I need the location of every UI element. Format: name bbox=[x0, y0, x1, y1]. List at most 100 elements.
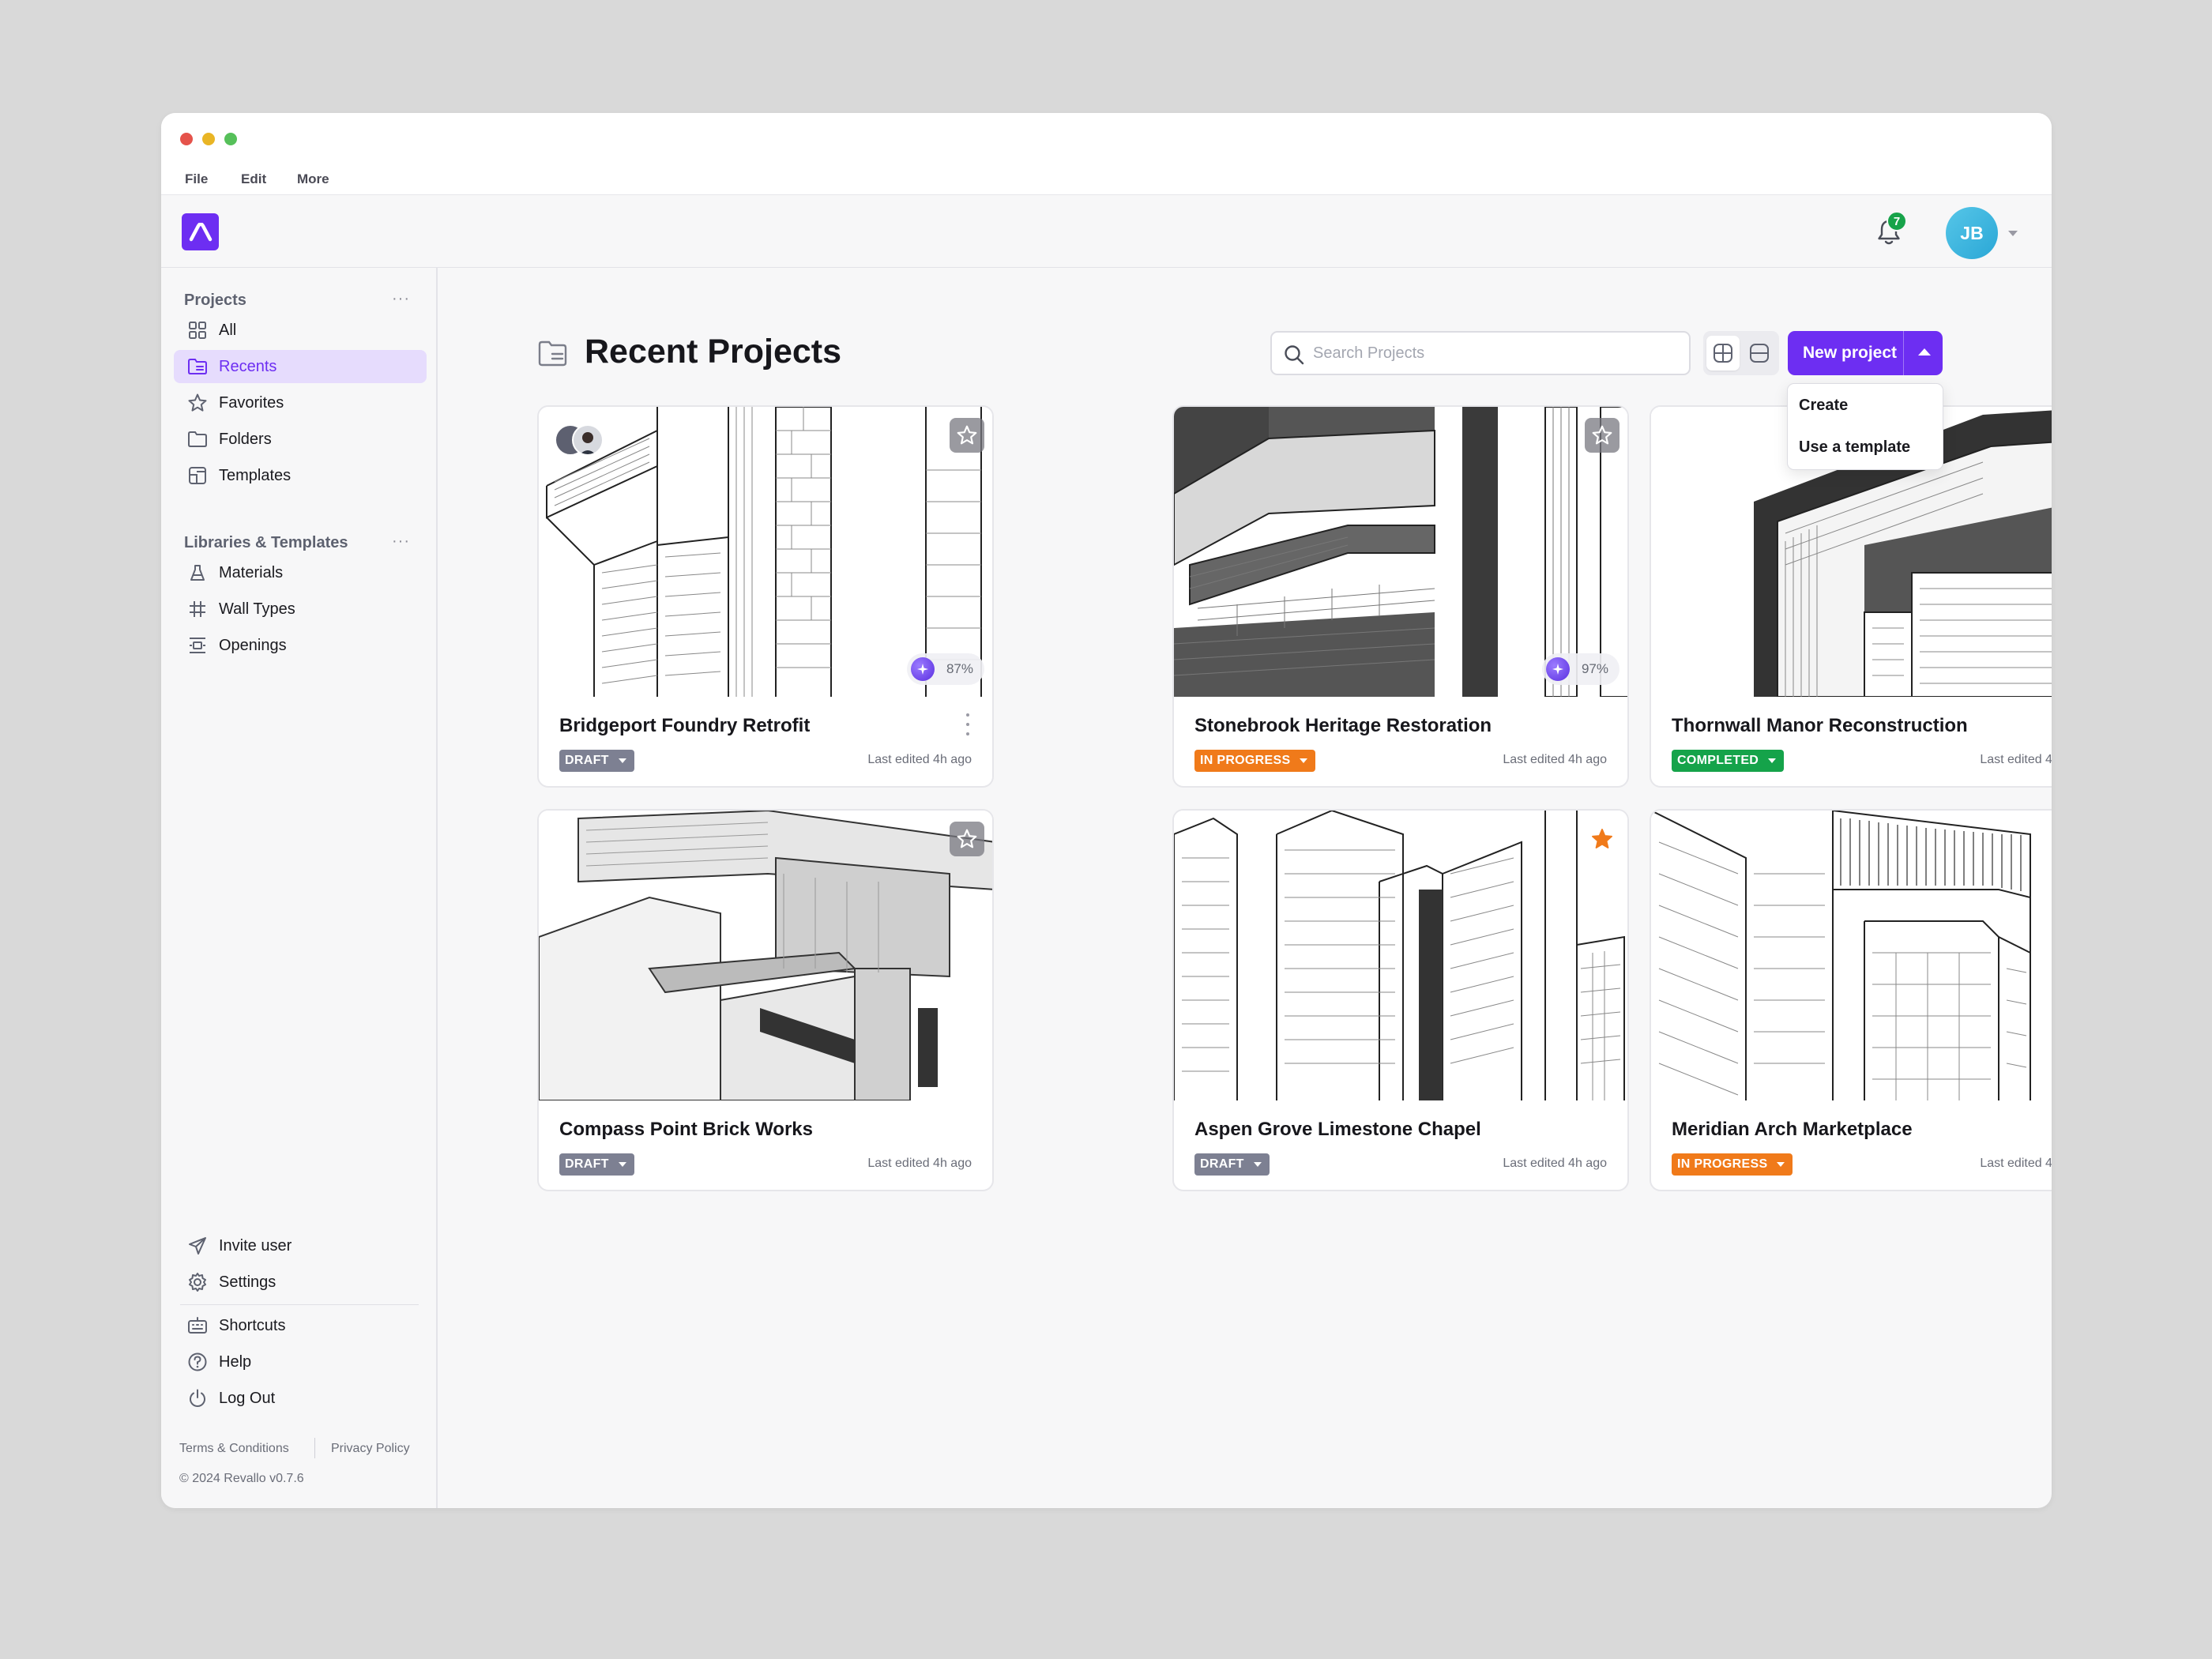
project-name: Compass Point Brick Works bbox=[559, 1119, 813, 1140]
favorite-button[interactable] bbox=[950, 418, 984, 453]
status-badge[interactable]: DRAFT bbox=[559, 750, 634, 772]
status-badge[interactable]: DRAFT bbox=[1194, 1153, 1270, 1176]
menu-item-use-template[interactable]: Use a template bbox=[1799, 438, 1910, 457]
favorite-button[interactable] bbox=[1585, 418, 1620, 453]
status-badge[interactable]: IN PROGRESS bbox=[1194, 750, 1316, 772]
sidebar-item-label: Log Out bbox=[219, 1389, 276, 1407]
grid-view-button[interactable] bbox=[1706, 336, 1740, 371]
chevron-down-icon bbox=[1768, 758, 1777, 763]
search-input[interactable] bbox=[1313, 339, 1676, 367]
project-thumbnail bbox=[539, 811, 992, 1100]
sidebar-item-label: Recents bbox=[219, 357, 277, 375]
sidebar-item-help[interactable]: Help bbox=[174, 1345, 427, 1379]
project-name: Stonebrook Heritage Restoration bbox=[1194, 715, 1492, 736]
sidebar-item-label: Folders bbox=[219, 430, 272, 448]
collaborators[interactable] bbox=[555, 423, 610, 457]
more-options-icon[interactable] bbox=[964, 713, 972, 735]
menu-file[interactable]: File bbox=[185, 171, 208, 187]
status-badge[interactable]: DRAFT bbox=[559, 1153, 634, 1176]
project-name: Thornwall Manor Reconstruction bbox=[1672, 715, 1968, 736]
new-project-menu: Create Use a template bbox=[1787, 383, 1943, 470]
new-project-label: New project bbox=[1803, 344, 1898, 362]
hash-icon bbox=[187, 599, 208, 619]
terms-link[interactable]: Terms & Conditions bbox=[179, 1442, 289, 1456]
app-logo[interactable] bbox=[182, 213, 219, 250]
send-icon bbox=[187, 1236, 208, 1256]
last-edited: Last edited 4h ago bbox=[1503, 1157, 1607, 1170]
project-card[interactable]: Aspen Grove Limestone Chapel DRAFT Last … bbox=[1172, 809, 1629, 1191]
sidebar-item-label: Shortcuts bbox=[219, 1316, 286, 1334]
privacy-link[interactable]: Privacy Policy bbox=[331, 1442, 410, 1456]
favorite-button[interactable] bbox=[950, 822, 984, 856]
sidebar-item-materials[interactable]: Materials bbox=[174, 556, 427, 589]
maximize-window-button[interactable] bbox=[224, 133, 237, 145]
star-icon bbox=[957, 425, 977, 445]
status-label: IN PROGRESS bbox=[1200, 754, 1291, 767]
sidebar-item-label: All bbox=[219, 321, 237, 339]
sidebar-item-invite-user[interactable]: Invite user bbox=[174, 1229, 427, 1262]
folder-icon bbox=[187, 429, 208, 450]
sidebar-item-all[interactable]: All bbox=[174, 314, 427, 347]
menu-edit[interactable]: Edit bbox=[241, 171, 266, 187]
star-icon bbox=[187, 393, 208, 413]
sidebar-item-shortcuts[interactable]: Shortcuts bbox=[174, 1309, 427, 1342]
chevron-up-icon[interactable] bbox=[1918, 348, 1931, 356]
menu-more[interactable]: More bbox=[297, 171, 329, 187]
libraries-more-button[interactable]: ··· bbox=[392, 532, 410, 551]
status-label: DRAFT bbox=[565, 754, 609, 767]
sparkle-icon bbox=[910, 657, 935, 681]
footer-divider bbox=[314, 1438, 315, 1458]
chevron-down-icon bbox=[618, 758, 626, 763]
project-card[interactable]: Meridian Arch Marketplace IN PROGRESS La… bbox=[1650, 809, 2052, 1191]
search-icon bbox=[1283, 344, 1305, 366]
recent-folder-icon bbox=[537, 338, 569, 370]
project-card[interactable]: Compass Point Brick Works DRAFT Last edi… bbox=[537, 809, 994, 1191]
minimize-window-button[interactable] bbox=[202, 133, 215, 145]
status-badge[interactable]: IN PROGRESS bbox=[1672, 1153, 1793, 1176]
sidebar-item-label: Help bbox=[219, 1352, 252, 1371]
last-edited: Last edited 4h ago bbox=[1980, 1157, 2052, 1170]
sidebar-item-folders[interactable]: Folders bbox=[174, 423, 427, 456]
new-project-button[interactable]: New project bbox=[1788, 331, 1943, 375]
chevron-down-icon bbox=[1777, 1162, 1785, 1167]
sidebar-item-log-out[interactable]: Log Out bbox=[174, 1382, 427, 1415]
sidebar-item-label: Settings bbox=[219, 1273, 276, 1291]
copyright-text: © 2024 Revallo v0.7.6 bbox=[179, 1472, 304, 1485]
power-icon bbox=[187, 1388, 208, 1409]
sparkle-icon bbox=[1545, 657, 1570, 681]
ai-score-badge: 87% bbox=[906, 653, 984, 685]
project-card[interactable]: 87% Bridgeport Foundry Retrofit DRAFT La… bbox=[537, 405, 994, 788]
projects-more-button[interactable]: ··· bbox=[392, 290, 410, 308]
sidebar-item-label: Templates bbox=[219, 466, 292, 484]
title-bar bbox=[161, 113, 2052, 164]
project-thumbnail bbox=[1174, 811, 1627, 1100]
list-view-button[interactable] bbox=[1743, 336, 1776, 371]
gear-icon bbox=[187, 1272, 208, 1292]
sidebar: Projects ··· All Recents Favorites Folde… bbox=[161, 268, 438, 1508]
project-card[interactable]: 97% Stonebrook Heritage Restoration IN P… bbox=[1172, 405, 1629, 788]
openings-icon bbox=[187, 635, 208, 656]
status-badge[interactable]: COMPLETED bbox=[1672, 750, 1785, 772]
favorite-button[interactable] bbox=[1585, 822, 1620, 856]
app-header: 7 JB bbox=[161, 195, 2052, 268]
sidebar-item-label: Invite user bbox=[219, 1236, 292, 1255]
project-name: Meridian Arch Marketplace bbox=[1672, 1119, 1913, 1140]
sidebar-item-templates[interactable]: Templates bbox=[174, 459, 427, 492]
sidebar-item-recents[interactable]: Recents bbox=[174, 350, 427, 383]
status-label: DRAFT bbox=[565, 1157, 609, 1171]
menu-bar: File Edit More bbox=[161, 164, 2052, 195]
chevron-down-icon bbox=[618, 1162, 626, 1167]
sidebar-item-wall-types[interactable]: Wall Types bbox=[174, 592, 427, 626]
project-thumbnail: 97% bbox=[1174, 407, 1627, 697]
sidebar-item-settings[interactable]: Settings bbox=[174, 1266, 427, 1299]
menu-item-create[interactable]: Create bbox=[1799, 397, 1848, 415]
keyboard-icon bbox=[187, 1315, 208, 1336]
ai-score-value: 97% bbox=[1581, 661, 1608, 676]
sidebar-item-openings[interactable]: Openings bbox=[174, 629, 427, 662]
grid-icon bbox=[187, 320, 208, 340]
chevron-down-icon[interactable] bbox=[2008, 231, 2018, 236]
sidebar-item-favorites[interactable]: Favorites bbox=[174, 386, 427, 419]
notification-count-badge: 7 bbox=[1887, 211, 1907, 231]
close-window-button[interactable] bbox=[180, 133, 193, 145]
user-avatar[interactable]: JB bbox=[1946, 207, 1998, 259]
